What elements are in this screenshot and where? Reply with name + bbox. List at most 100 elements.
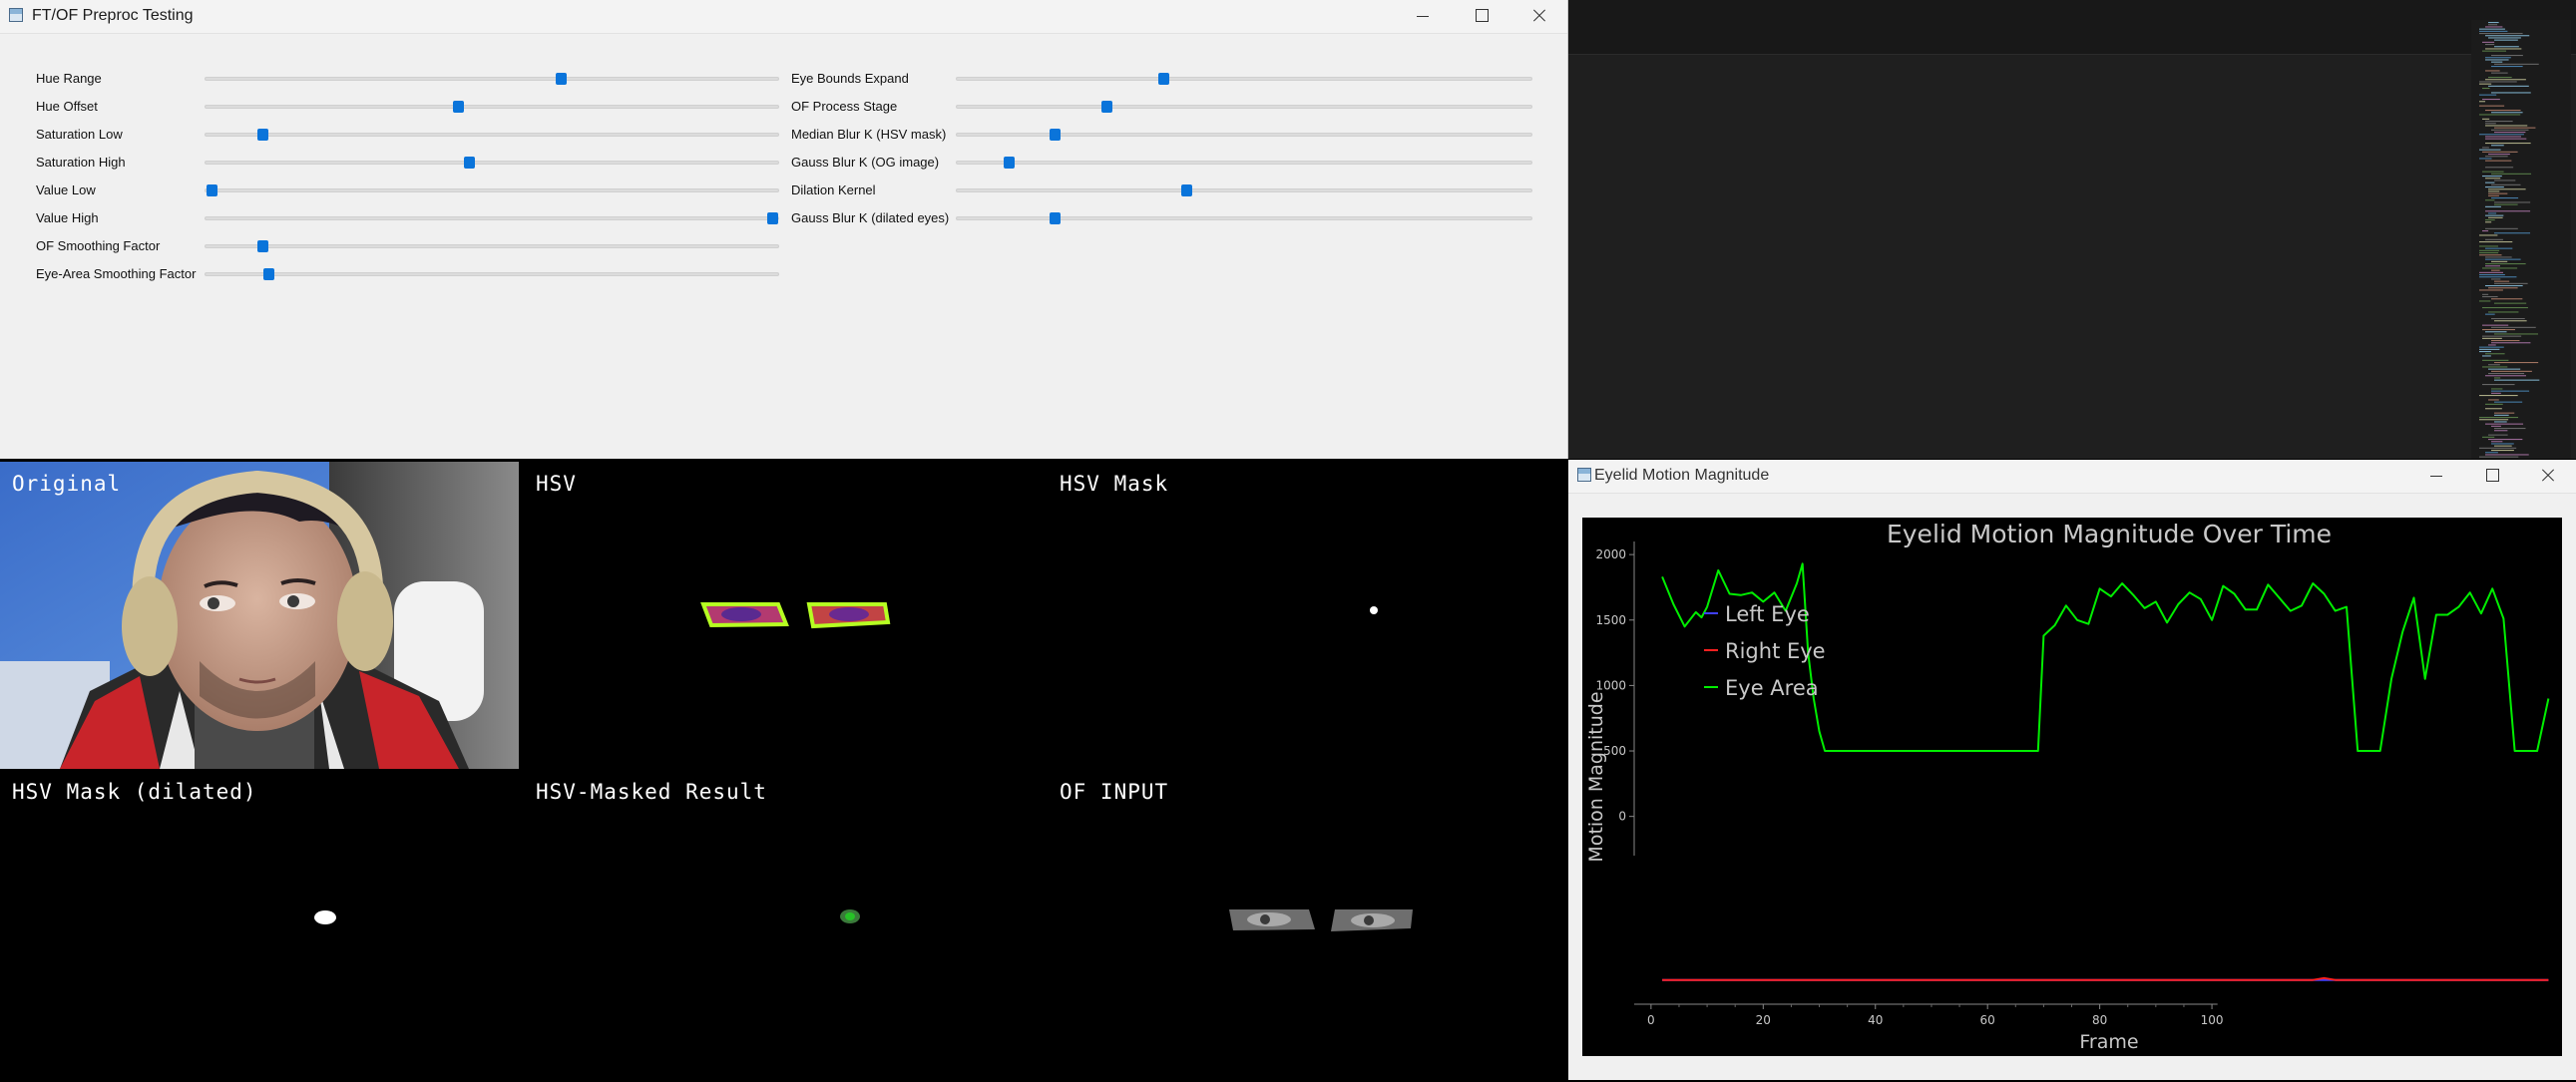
- slider-hue-offset[interactable]: [205, 101, 779, 113]
- chart-title: Eyelid Motion Magnitude Over Time: [1887, 520, 2332, 548]
- minimap-line: [2491, 55, 2523, 57]
- slider-eye-bounds-expand[interactable]: [956, 73, 1532, 85]
- minimap-line: [2482, 359, 2509, 361]
- slider-value-low[interactable]: [205, 184, 779, 196]
- slider-thumb[interactable]: [1049, 212, 1061, 224]
- minimap-line: [2488, 439, 2523, 441]
- minimap-line: [2494, 39, 2518, 41]
- minimap-line: [2485, 57, 2511, 59]
- maximize-icon[interactable]: [1452, 0, 1509, 32]
- minimize-icon[interactable]: [1393, 0, 1451, 32]
- slider-thumb[interactable]: [767, 212, 779, 224]
- minimap-line: [2491, 318, 2525, 320]
- x-axis-label: Frame: [2079, 1031, 2138, 1053]
- slider-thumb[interactable]: [452, 101, 464, 113]
- minimap-line: [2494, 203, 2518, 205]
- minimap-line: [2485, 156, 2508, 158]
- minimap-line: [2479, 254, 2502, 256]
- slider-dilation-kernel[interactable]: [956, 184, 1532, 196]
- minimap-line: [2479, 300, 2491, 302]
- minimap-line: [2488, 212, 2497, 214]
- slider-thumb[interactable]: [555, 73, 567, 85]
- minimap-line: [2494, 201, 2531, 203]
- minimap-line: [2488, 344, 2496, 346]
- slider-thumb[interactable]: [1049, 129, 1061, 141]
- minimap-line: [2494, 379, 2540, 381]
- minimap-line: [2479, 105, 2505, 107]
- slider-thumb[interactable]: [263, 268, 275, 280]
- minimap-line: [2485, 136, 2522, 138]
- slider-hue-range[interactable]: [205, 73, 779, 85]
- maximize-icon[interactable]: [2462, 460, 2520, 492]
- minimap-line: [2488, 85, 2529, 87]
- minimap-line: [2485, 214, 2504, 216]
- minimap-line: [2482, 118, 2490, 120]
- plot-titlebar[interactable]: Eyelid Motion Magnitude: [1568, 460, 2576, 494]
- minimap-line: [2494, 63, 2539, 65]
- minimap-line: [2485, 210, 2531, 212]
- minimap-line: [2494, 428, 2526, 430]
- slider-eye-area-smoothing[interactable]: [205, 268, 779, 280]
- code-editor-background: [1568, 0, 2576, 459]
- minimap-line: [2479, 419, 2509, 421]
- label-original: Original: [12, 472, 122, 496]
- minimap-line: [2488, 192, 2508, 194]
- minimap-line: [2485, 138, 2527, 140]
- slider-thumb[interactable]: [1158, 73, 1170, 85]
- minimap-line: [2479, 149, 2501, 151]
- minimap-line: [2494, 280, 2510, 282]
- slider-thumb[interactable]: [206, 184, 217, 196]
- minimap-line: [2482, 366, 2508, 368]
- minimap-line: [2485, 110, 2521, 112]
- minimap-line: [2485, 167, 2514, 169]
- slider-thumb[interactable]: [464, 157, 476, 169]
- minimap-line: [2491, 370, 2532, 372]
- slider-thumb[interactable]: [1181, 184, 1193, 196]
- slider-thumb[interactable]: [257, 129, 269, 141]
- x-tick-label: 100: [2201, 1013, 2224, 1027]
- minimap-line: [2482, 99, 2500, 101]
- minimap-line: [2479, 94, 2497, 96]
- slider-value-high[interactable]: [205, 212, 779, 224]
- minimap-line: [2488, 434, 2508, 436]
- slider-label-eye-bounds-expand: Eye Bounds Expand: [791, 71, 909, 86]
- minimap-line: [2485, 454, 2529, 456]
- slider-of-process-stage[interactable]: [956, 101, 1532, 113]
- minimap-line: [2479, 241, 2513, 243]
- series-line-right-eye: [1662, 976, 2549, 981]
- slider-of-smoothing[interactable]: [205, 240, 779, 252]
- slider-label-hue-offset: Hue Offset: [36, 99, 98, 114]
- close-icon[interactable]: [1509, 0, 1567, 32]
- minimap-line: [2485, 48, 2522, 50]
- minimap-line: [2488, 24, 2498, 26]
- app-icon: [1577, 468, 1591, 482]
- minimap-line: [2482, 329, 2515, 331]
- minimize-icon[interactable]: [2406, 460, 2464, 492]
- pane-hsv-mask-dilated: HSV Mask (dilated): [0, 770, 519, 1077]
- label-hsv-mask-dilated: HSV Mask (dilated): [12, 780, 257, 804]
- slider-thumb[interactable]: [1003, 157, 1015, 169]
- preproc-titlebar[interactable]: FT/OF Preproc Testing: [0, 0, 1567, 34]
- line-chart: Eyelid Motion Magnitude Over Time0500100…: [1585, 520, 2550, 1053]
- editor-minimap[interactable]: [2471, 20, 2571, 459]
- minimap-line: [2479, 346, 2504, 348]
- slider-saturation-high[interactable]: [205, 157, 779, 169]
- slider-thumb[interactable]: [257, 240, 269, 252]
- slider-thumb[interactable]: [1100, 101, 1112, 113]
- slider-saturation-low[interactable]: [205, 129, 779, 141]
- minimap-line: [2485, 143, 2531, 145]
- minimap-line: [2491, 92, 2531, 94]
- slider-label-saturation-high: Saturation High: [36, 155, 126, 170]
- minimap-line: [2485, 285, 2523, 287]
- x-tick-label: 40: [1868, 1013, 1883, 1027]
- label-hsv-mask: HSV Mask: [1060, 472, 1169, 496]
- minimap-line: [2479, 245, 2499, 247]
- slider-gauss-blur-dilated[interactable]: [956, 212, 1532, 224]
- slider-gauss-blur-og[interactable]: [956, 157, 1532, 169]
- slider-median-blur[interactable]: [956, 129, 1532, 141]
- close-icon[interactable]: [2518, 460, 2576, 492]
- plot-canvas[interactable]: Eyelid Motion Magnitude Over Time 0 500 100…: [1582, 518, 2562, 1056]
- minimap-line: [2491, 425, 2501, 427]
- minimap-line: [2479, 30, 2508, 32]
- hsv-mask-frame: [1370, 606, 1378, 614]
